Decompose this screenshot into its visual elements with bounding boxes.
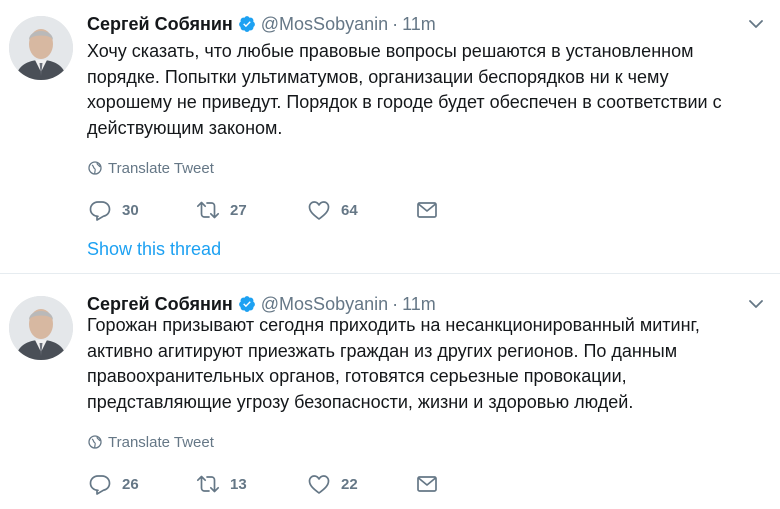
retweet-count: 13 (230, 475, 247, 493)
retweet-count: 27 (230, 201, 247, 219)
retweet-button[interactable]: 27 (196, 198, 307, 222)
globe-icon (88, 435, 102, 449)
author-handle[interactable]: @MosSobyanin (261, 14, 388, 35)
timestamp[interactable]: 11m (402, 14, 436, 35)
show-thread-link[interactable]: Show this thread (87, 239, 221, 260)
like-count: 64 (341, 201, 358, 219)
like-icon (308, 475, 330, 494)
separator-dot: · (392, 293, 399, 314)
translate-label: Translate Tweet (108, 159, 214, 177)
tweet-actions: 26 13 22 (88, 472, 445, 496)
retweet-icon (196, 475, 220, 493)
chevron-down-icon[interactable] (748, 18, 764, 30)
direct-message-button[interactable] (415, 198, 445, 222)
timestamp[interactable]: 11m (402, 294, 436, 315)
direct-message-button[interactable] (415, 472, 445, 496)
like-icon (308, 201, 330, 220)
reply-count: 26 (122, 475, 139, 493)
direct-message-icon (417, 476, 437, 492)
like-button[interactable]: 22 (307, 472, 415, 496)
reply-button[interactable]: 26 (88, 472, 196, 496)
reply-count: 30 (122, 201, 139, 219)
tweet[interactable]: Сергей Собянин @MosSobyanin · 11m Горожа… (0, 274, 780, 509)
tweet[interactable]: Сергей Собянин @MosSobyanin · 11m Хочу с… (0, 0, 780, 274)
reply-icon (89, 475, 111, 495)
tweet-text: Хочу сказать, что любые правовые вопросы… (87, 41, 722, 138)
tweet-actions: 30 27 64 (88, 198, 445, 222)
tweet-text: Горожан призывают сегодня приходить на н… (87, 315, 700, 412)
chevron-down-icon[interactable] (748, 298, 764, 310)
author-handle[interactable]: @MosSobyanin (261, 294, 388, 315)
verified-badge-icon (238, 16, 255, 32)
like-button[interactable]: 64 (307, 198, 415, 222)
verified-badge-icon (238, 296, 255, 312)
reply-icon (89, 201, 111, 221)
retweet-icon (196, 201, 220, 219)
separator-dot: · (392, 13, 399, 34)
direct-message-icon (417, 202, 437, 218)
tweet-header: Сергей Собянин @MosSobyanin · 11m (87, 12, 436, 36)
like-count: 22 (341, 475, 358, 493)
globe-icon (88, 161, 102, 175)
translate-tweet-link[interactable]: Translate Tweet (88, 158, 214, 178)
translate-tweet-link[interactable]: Translate Tweet (88, 432, 214, 452)
avatar[interactable] (9, 16, 73, 80)
timeline: Сергей Собянин @MosSobyanin · 11m Хочу с… (0, 0, 780, 509)
reply-button[interactable]: 30 (88, 198, 196, 222)
author-name[interactable]: Сергей Собянин (87, 14, 233, 35)
avatar[interactable] (9, 296, 73, 360)
retweet-button[interactable]: 13 (196, 472, 307, 496)
author-name[interactable]: Сергей Собянин (87, 294, 233, 315)
translate-label: Translate Tweet (108, 433, 214, 451)
